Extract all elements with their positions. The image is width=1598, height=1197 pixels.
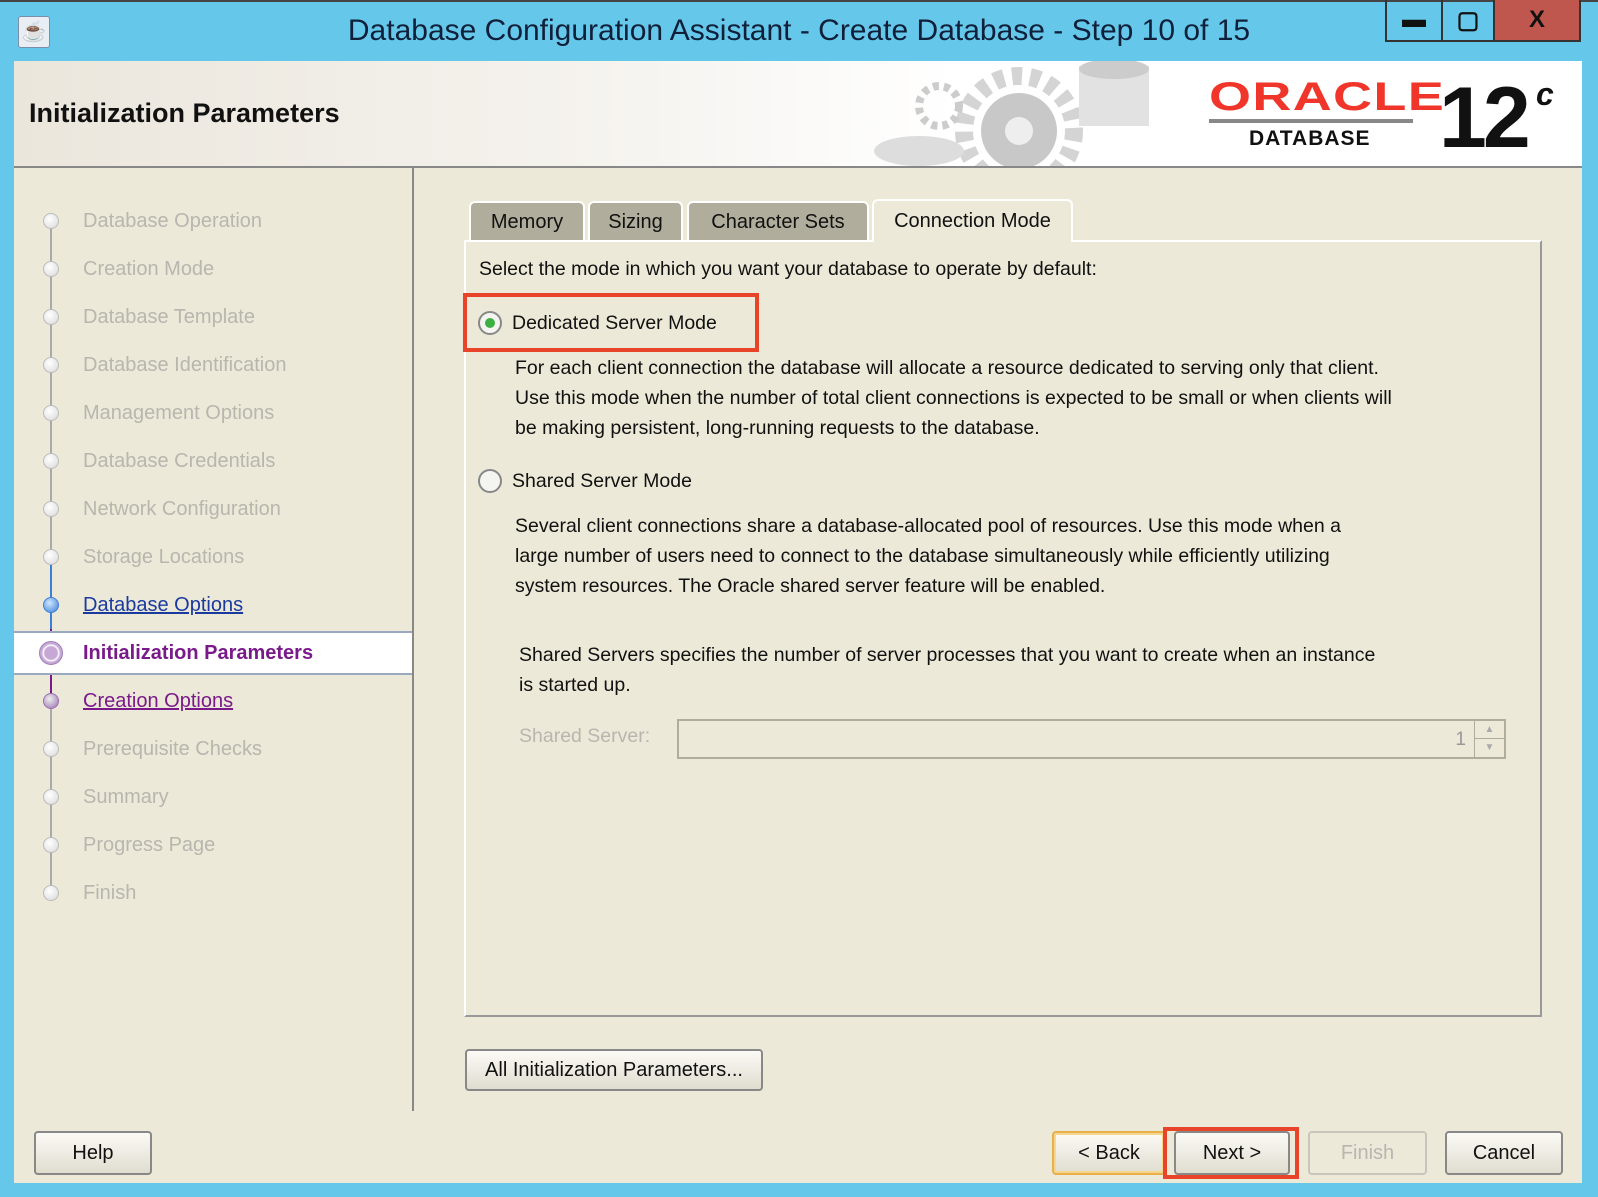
sidebar-step-network-configuration: Network Configuration [14,487,412,531]
steps-sidebar: Database Operation Creation Mode Database … [14,168,414,1111]
maximize-button[interactable]: ▢ [1443,0,1495,40]
step-bullet-icon [43,789,59,805]
shared-server-field-label: Shared Server: [519,725,651,747]
step-label: Finish [83,881,137,904]
logo-divider [1209,119,1413,123]
sidebar-step-creation-options[interactable]: Creation Options [14,679,412,723]
step-bullet-icon [43,597,59,613]
dedicated-desc-1: For each client connection the database … [515,357,1379,379]
shared-servers-help-1: Shared Servers specifies the number of s… [519,644,1376,666]
dedicated-desc-2: Use this mode when the number of total c… [515,387,1392,409]
sidebar-step-finish: Finish [14,871,412,915]
step-label: Database Options [83,593,244,616]
step-bullet-icon [43,693,59,709]
window-controls: ▬ ▢ X [1385,0,1581,42]
logo-version: 12 [1439,70,1531,166]
page-title: Initialization Parameters [29,98,340,128]
spinner-down-icon[interactable]: ▼ [1474,739,1504,757]
dedicated-server-label[interactable]: Dedicated Server Mode [512,308,717,338]
dedicated-server-radio[interactable] [478,311,502,335]
step-label: Summary [83,785,169,808]
step-label: Prerequisite Checks [83,737,262,760]
tab-label: Memory [490,210,564,233]
shared-desc-2: large number of users need to connect to… [515,545,1330,567]
all-initialization-parameters-button[interactable]: All Initialization Parameters... [465,1049,763,1091]
sidebar-step-prerequisite-checks: Prerequisite Checks [14,727,412,771]
step-label: Storage Locations [83,545,245,568]
logo-product: DATABASE [1249,127,1371,150]
minimize-button[interactable]: ▬ [1387,0,1443,40]
tab-label: Sizing [608,210,663,233]
cancel-button[interactable]: Cancel [1445,1131,1563,1175]
step-bullet-icon [43,501,59,517]
header-banner: Initialization Parameters ORACLE DATABAS… [14,61,1582,168]
shared-server-label[interactable]: Shared Server Mode [512,466,692,496]
tab-character-sets[interactable]: Character Sets [687,201,869,241]
sidebar-step-summary: Summary [14,775,412,819]
step-bullet-icon [43,837,59,853]
step-bullet-icon [43,885,59,901]
step-label: Management Options [83,401,275,424]
tab-connection-mode[interactable]: Connection Mode [872,199,1073,242]
sidebar-step-database-options[interactable]: Database Options [14,583,412,627]
step-label: Initialization Parameters [83,641,314,664]
step-bullet-icon [43,213,59,229]
sidebar-step-database-identification: Database Identification [14,343,412,387]
shared-desc-3: system resources. The Oracle shared serv… [515,575,1106,597]
next-button[interactable]: Next > [1174,1131,1290,1175]
step-label: Database Identification [83,353,287,376]
step-label: Creation Mode [83,257,215,280]
step-bullet-icon [43,741,59,757]
shared-server-radio[interactable] [478,469,502,493]
window-title: Database Configuration Assistant - Creat… [347,14,1251,47]
gears-graphic-icon [874,61,1149,166]
step-label: Creation Options [83,689,234,712]
step-label: Database Template [83,305,255,328]
step-label: Database Credentials [83,449,276,472]
tab-memory[interactable]: Memory [469,201,585,241]
tab-label: Character Sets [711,210,845,233]
finish-button: Finish [1308,1131,1427,1175]
sidebar-step-progress-page: Progress Page [14,823,412,867]
back-button[interactable]: < Back [1052,1131,1166,1175]
sidebar-step-initialization-parameters: Initialization Parameters [14,631,412,675]
tab-sizing[interactable]: Sizing [588,201,683,241]
title-bar: ☕ Database Configuration Assistant - Cre… [0,0,1598,61]
close-button[interactable]: X [1495,0,1579,40]
shared-server-spinner[interactable]: 1 ▲ ▼ [677,719,1506,759]
mode-prompt: Select the mode in which you want your d… [479,258,1097,280]
shared-server-value: 1 [1455,729,1466,750]
step-bullet-icon [43,357,59,373]
logo-version-suffix: c [1536,76,1554,112]
sidebar-step-management-options: Management Options [14,391,412,435]
step-label: Database Operation [83,209,263,232]
tab-label: Connection Mode [894,210,1051,232]
step-bullet-icon [43,405,59,421]
step-label: Network Configuration [83,497,281,520]
step-bullet-icon [43,549,59,565]
oracle-logo: ORACLE [1209,75,1446,119]
dedicated-desc-3: be making persistent, long-running reque… [515,417,1040,439]
help-button[interactable]: Help [34,1131,152,1175]
spinner-up-icon[interactable]: ▲ [1474,721,1504,739]
sidebar-step-database-template: Database Template [14,295,412,339]
step-bullet-icon [43,309,59,325]
step-label: Progress Page [83,833,216,856]
sidebar-step-database-credentials: Database Credentials [14,439,412,483]
shared-desc-1: Several client connections share a datab… [515,515,1341,537]
sidebar-step-storage-locations: Storage Locations [14,535,412,579]
step-bullet-icon [43,453,59,469]
step-bullet-icon [43,261,59,277]
step-bullet-icon [39,641,63,665]
shared-servers-help-2: is started up. [519,674,631,696]
sidebar-step-creation-mode: Creation Mode [14,247,412,291]
sidebar-step-database-operation: Database Operation [14,199,412,243]
